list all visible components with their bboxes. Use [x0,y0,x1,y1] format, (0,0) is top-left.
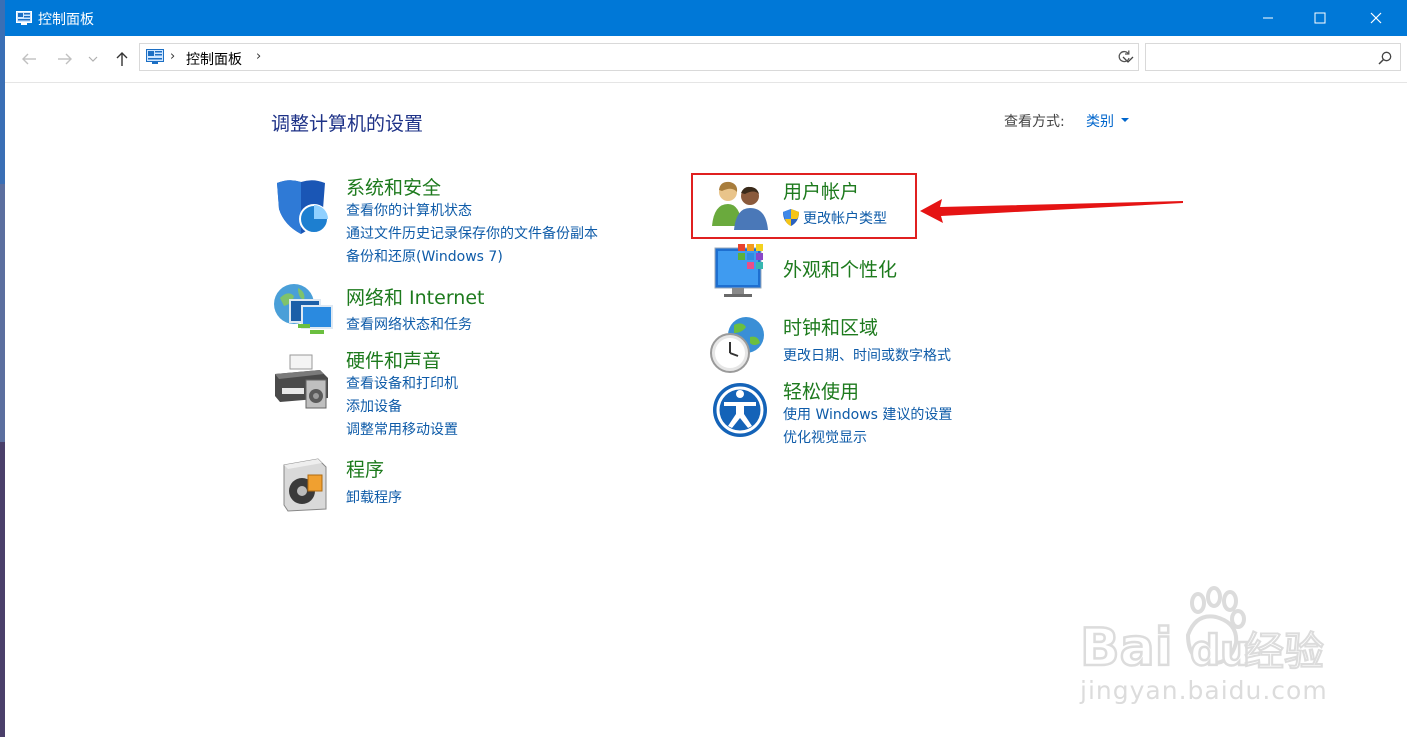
ease-of-access-icon[interactable] [710,380,770,440]
printer-icon[interactable] [272,352,332,412]
link-add-device[interactable]: 添加设备 [346,396,402,416]
up-button[interactable] [110,48,134,70]
link-change-date-time[interactable]: 更改日期、时间或数字格式 [783,345,951,365]
title-bar: 控制面板 [5,0,1407,36]
highlight-box [691,173,917,239]
category-title-clock-region[interactable]: 时钟和区域 [783,313,878,340]
control-panel-icon [146,49,164,69]
category-title-programs[interactable]: 程序 [346,455,384,482]
link-mobility-settings[interactable]: 调整常用移动设置 [346,419,458,439]
link-devices-printers[interactable]: 查看设备和打印机 [346,373,458,393]
category-title-network[interactable]: 网络和 Internet [346,283,484,310]
appearance-icon[interactable] [712,242,772,302]
link-optimize-visual-display[interactable]: 优化视觉显示 [783,427,867,447]
link-recommended-settings[interactable]: 使用 Windows 建议的设置 [783,404,952,424]
link-file-history-backup[interactable]: 通过文件历史记录保存你的文件备份副本 [346,223,598,243]
link-uninstall-program[interactable]: 卸载程序 [346,487,402,507]
desktop-edge [0,0,5,737]
view-by-label: 查看方式: [1004,114,1065,130]
baidu-jingyan-logo: Bai du 经验 [1078,585,1338,679]
search-box[interactable] [1145,43,1401,71]
recent-locations-button[interactable] [85,48,101,70]
shield-icon[interactable] [272,177,332,237]
chevron-right-icon[interactable]: › [256,49,261,64]
window-title: 控制面板 [38,12,94,28]
link-view-computer-status[interactable]: 查看你的计算机状态 [346,200,472,220]
chevron-right-icon[interactable]: › [170,49,175,64]
clock-globe-icon[interactable] [710,315,770,375]
network-icon[interactable] [272,280,333,340]
watermark-url: jingyan.baidu.com [1080,676,1328,705]
navigation-bar: › 控制面板 › [5,36,1407,83]
page-title: 调整计算机的设置 [271,113,424,135]
close-button[interactable] [1353,0,1399,36]
maximize-button[interactable] [1297,0,1343,36]
forward-button[interactable] [53,48,77,70]
category-title-hardware-sound[interactable]: 硬件和声音 [346,346,441,373]
svg-text:du: du [1190,626,1250,675]
back-button[interactable] [17,48,41,70]
svg-text:经验: 经验 [1244,629,1324,675]
refresh-button[interactable] [1113,44,1135,70]
red-arrow-icon [918,196,1186,230]
view-by-dropdown[interactable]: 类别 [1086,111,1114,131]
programs-icon[interactable] [278,455,338,515]
category-title-appearance[interactable]: 外观和个性化 [783,255,897,282]
breadcrumb-control-panel[interactable]: 控制面板 [186,49,242,69]
control-panel-icon [16,10,32,29]
svg-text:Bai: Bai [1080,618,1173,675]
link-backup-restore[interactable]: 备份和还原(Windows 7) [346,246,503,266]
search-input[interactable] [1150,47,1374,69]
link-network-status[interactable]: 查看网络状态和任务 [346,314,472,334]
chevron-down-icon[interactable] [1121,118,1129,122]
minimize-button[interactable] [1245,0,1291,36]
category-title-system-security[interactable]: 系统和安全 [346,173,441,200]
address-box[interactable]: › 控制面板 › [139,43,1139,71]
search-icon[interactable] [1378,50,1392,69]
category-title-ease-of-access[interactable]: 轻松使用 [783,377,859,404]
